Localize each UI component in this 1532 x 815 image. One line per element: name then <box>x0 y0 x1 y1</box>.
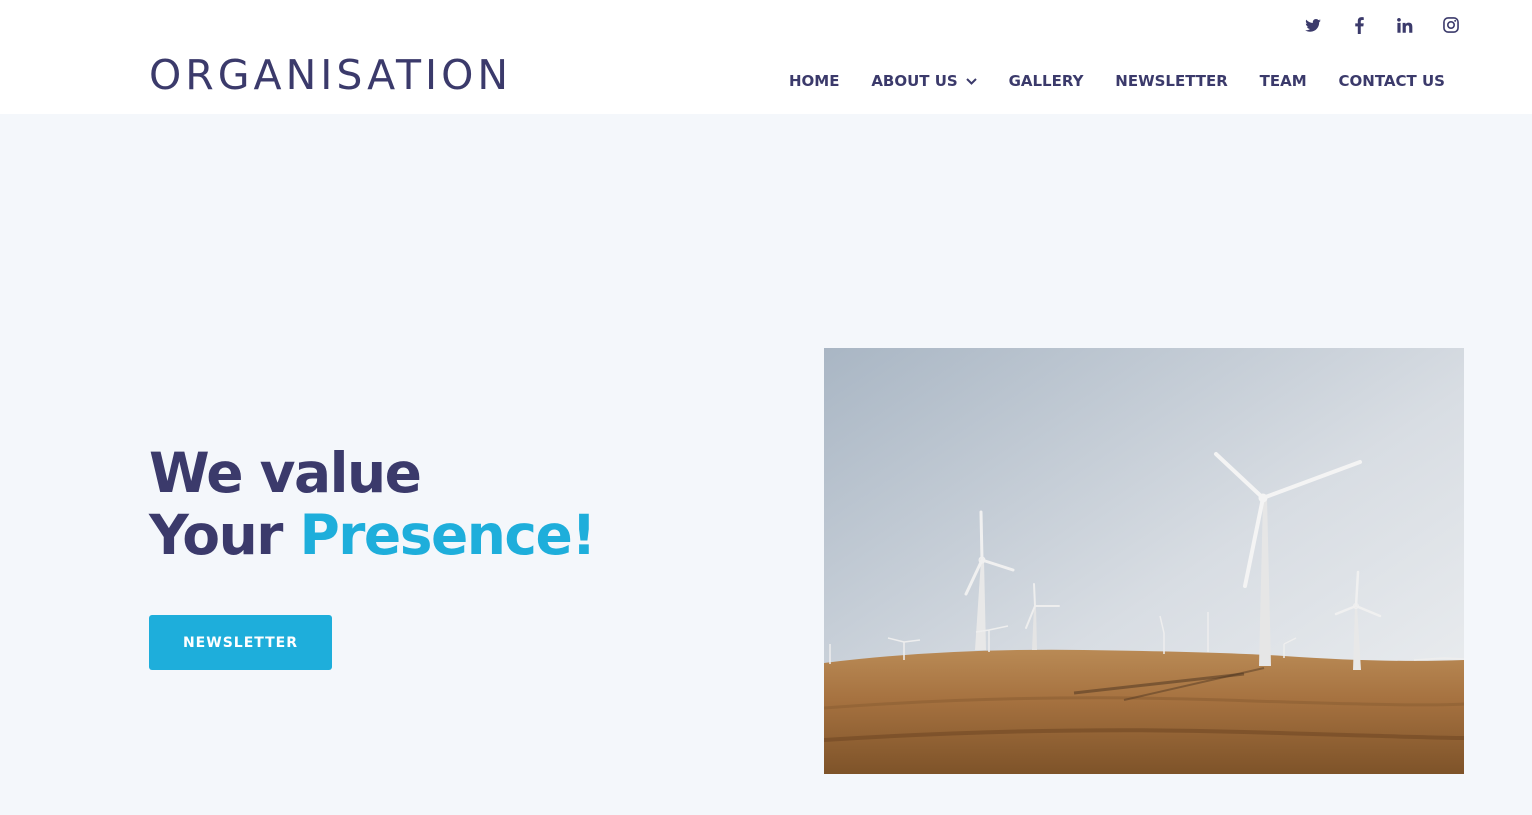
chevron-down-icon <box>966 77 977 85</box>
nav-home-label: HOME <box>789 72 840 90</box>
site-logo[interactable]: ORGANISATION <box>149 52 512 98</box>
hero-line-1: We value <box>149 441 422 505</box>
nav-team-label: TEAM <box>1259 72 1307 90</box>
nav-newsletter-label: NEWSLETTER <box>1115 72 1228 90</box>
instagram-icon <box>1443 17 1459 33</box>
facebook-link[interactable] <box>1336 14 1382 36</box>
hero-line-2-accent: Presence! <box>299 503 597 567</box>
nav-home[interactable]: HOME <box>789 69 839 93</box>
linkedin-icon <box>1397 17 1413 33</box>
nav-about-us-label: ABOUT US <box>871 72 958 90</box>
main-nav: HOME ABOUT US GALLERY NEWSLETTER TEAM CO… <box>771 69 1463 93</box>
linkedin-link[interactable] <box>1382 14 1428 36</box>
twitter-link[interactable] <box>1290 14 1336 36</box>
wind-turbines-field-image <box>824 348 1464 774</box>
twitter-icon <box>1305 18 1321 32</box>
facebook-icon <box>1354 16 1364 34</box>
nav-gallery-label: GALLERY <box>1008 72 1084 90</box>
social-links <box>1290 14 1474 36</box>
hero-line-2-plain: Your <box>149 503 283 567</box>
nav-team[interactable]: TEAM <box>1260 69 1307 93</box>
nav-newsletter[interactable]: NEWSLETTER <box>1115 69 1228 93</box>
site-header: ORGANISATION HOME ABOUT US GALLERY NEWSL… <box>0 0 1532 114</box>
hero-heading: We value Your Presence! <box>149 441 597 567</box>
newsletter-button[interactable]: NEWSLETTER <box>149 615 332 670</box>
instagram-link[interactable] <box>1428 14 1474 36</box>
nav-contact-us[interactable]: CONTACT US <box>1339 69 1445 93</box>
nav-contact-us-label: CONTACT US <box>1338 72 1445 90</box>
nav-about-us[interactable]: ABOUT US <box>871 69 977 93</box>
nav-gallery[interactable]: GALLERY <box>1009 69 1084 93</box>
